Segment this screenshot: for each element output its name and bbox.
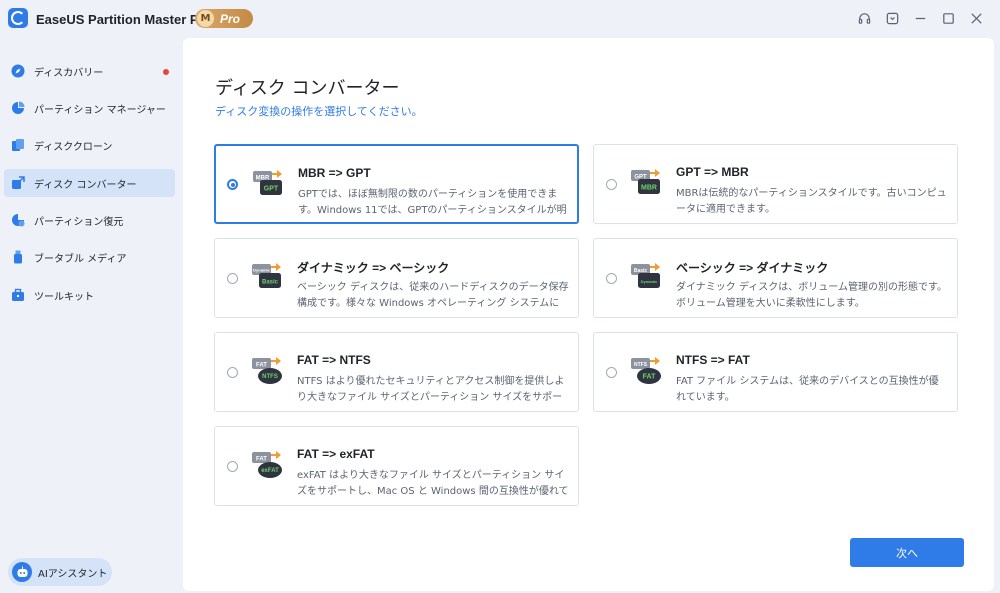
- maximize-icon[interactable]: [934, 10, 962, 26]
- radio-button[interactable]: [606, 367, 617, 378]
- pro-badge[interactable]: M Pro: [195, 9, 253, 28]
- option-description: exFAT はより大きなファイル サイズとパーティション サイズをサポートし、M…: [297, 470, 569, 497]
- pro-badge-letter: M: [197, 10, 214, 27]
- main-panel: ディスク コンバーター ディスク変換の操作を選択してください。 MBR GPT M…: [183, 38, 994, 591]
- option-card-dynamic-to-basic[interactable]: Dynamic Basic ダイナミック => ベーシック ベーシック ディスクは…: [214, 238, 579, 318]
- sidebar-item-label: パーティション復元: [34, 216, 124, 228]
- option-description: MBRは伝統的なパーティションスタイルです。古いコンピュータに適用できます。: [676, 188, 947, 215]
- radio-button[interactable]: [227, 367, 238, 378]
- icon-bottom-label: GPT: [264, 186, 279, 193]
- dropdown-menu-icon[interactable]: [878, 10, 906, 26]
- sidebar-item-toolkit[interactable]: ツールキット: [4, 281, 175, 309]
- option-title: FAT => exFAT: [297, 447, 375, 461]
- ai-assistant-label: AIアシスタント: [38, 568, 108, 580]
- icon-top-label: NTFS: [634, 362, 648, 368]
- disk-convert-icon: Basic Dynamic: [630, 261, 664, 295]
- toolkit-icon: [11, 288, 25, 302]
- robot-icon: [12, 562, 32, 582]
- title-bar: EaseUS Partition Master Pro版 M Pro: [0, 0, 1000, 36]
- icon-bottom-label: Dynamic: [641, 279, 658, 284]
- sidebar-item-label: パーティション マネージャー: [34, 104, 166, 116]
- disk-convert-icon: NTFS FAT: [630, 355, 664, 389]
- option-title: FAT => NTFS: [297, 353, 371, 367]
- option-description: NTFS はより優れたセキュリティとアクセス制御を提供しより大きなファイル サイ…: [297, 376, 565, 403]
- sidebar-item-label: ブータブル メディア: [34, 253, 127, 265]
- icon-bottom-label: NTFS: [262, 374, 278, 380]
- sidebar-item-label: ディスククローン: [34, 141, 113, 153]
- page-subtitle: ディスク変換の操作を選択してください。: [215, 105, 423, 118]
- pie-chart-icon: [11, 101, 25, 115]
- notification-dot: [163, 69, 169, 75]
- headset-icon[interactable]: [850, 10, 878, 26]
- option-card-basic-to-dynamic[interactable]: Basic Dynamic ベーシック => ダイナミック ダイナミック ディスク…: [593, 238, 958, 318]
- usb-icon: [11, 250, 25, 264]
- pro-badge-text: Pro: [220, 11, 241, 26]
- clone-icon: [11, 138, 25, 152]
- option-card-gpt-to-mbr[interactable]: GPT MBR GPT => MBR MBRは伝統的なパーティションスタイルです。…: [593, 144, 958, 224]
- option-description: GPTでは、ほぼ無制限の数のパーティションを使用できます。Windows 11で…: [298, 189, 567, 216]
- icon-top-label: FAT: [256, 457, 267, 463]
- disk-convert-icon: FAT exFAT: [251, 449, 285, 483]
- disk-convert-icon: MBR GPT: [252, 168, 286, 202]
- option-title: NTFS => FAT: [676, 353, 750, 367]
- radio-button[interactable]: [227, 179, 238, 190]
- app-logo-icon: [8, 8, 28, 28]
- next-button[interactable]: 次へ: [850, 538, 964, 567]
- compass-icon: [11, 64, 25, 78]
- option-description: FAT ファイル システムは、従来のデバイスとの互換性が優れています。: [676, 376, 939, 403]
- option-card-fat-to-exfat[interactable]: FAT exFAT FAT => exFAT exFAT はより大きなファイル サ…: [214, 426, 579, 506]
- window-controls: [850, 10, 990, 26]
- option-card-ntfs-to-fat[interactable]: NTFS FAT NTFS => FAT FAT ファイル システムは、従来のデバ…: [593, 332, 958, 412]
- sidebar: ディスカバリー パーティション マネージャー ディスククローン ディスク コンバ…: [0, 36, 183, 593]
- sidebar-item-label: ディスク コンバーター: [34, 179, 137, 191]
- icon-bottom-label: Basic: [262, 280, 279, 286]
- option-title: MBR => GPT: [298, 166, 371, 180]
- radio-button[interactable]: [606, 179, 617, 190]
- sidebar-item-partition-manager[interactable]: パーティション マネージャー: [4, 94, 175, 122]
- sidebar-item-disk-clone[interactable]: ディスククローン: [4, 131, 175, 159]
- option-title: ダイナミック => ベーシック: [297, 261, 450, 275]
- option-card-fat-to-ntfs[interactable]: FAT NTFS FAT => NTFS NTFS はより優れたセキュリティとアク…: [214, 332, 579, 412]
- disk-convert-icon: Dynamic Basic: [251, 261, 285, 295]
- icon-top-label: FAT: [256, 363, 267, 369]
- sidebar-item-disk-converter[interactable]: ディスク コンバーター: [4, 169, 175, 197]
- icon-bottom-label: exFAT: [261, 468, 279, 474]
- sidebar-item-partition-recovery[interactable]: パーティション復元: [4, 206, 175, 234]
- radio-button[interactable]: [227, 273, 238, 284]
- disk-convert-icon: FAT NTFS: [251, 355, 285, 389]
- radio-button[interactable]: [227, 461, 238, 472]
- minimize-icon[interactable]: [906, 10, 934, 26]
- option-description: ダイナミック ディスクは、ボリューム管理の別の形態です。ボリューム管理を大いに柔…: [676, 282, 947, 309]
- sidebar-item-bootable-media[interactable]: ブータブル メディア: [4, 243, 175, 271]
- icon-bottom-label: MBR: [641, 185, 657, 192]
- option-description: ベーシック ディスクは、従来のハードディスクのデータ保存構成です。様々な Win…: [297, 282, 569, 309]
- option-title: GPT => MBR: [676, 165, 749, 179]
- convert-icon: [11, 176, 25, 190]
- recovery-icon: [11, 213, 25, 227]
- close-icon[interactable]: [962, 10, 990, 26]
- sidebar-item-discovery[interactable]: ディスカバリー: [4, 57, 175, 85]
- option-card-mbr-to-gpt[interactable]: MBR GPT MBR => GPT GPTでは、ほぼ無制限の数のパーティションを…: [214, 144, 579, 224]
- page-title: ディスク コンバーター: [215, 78, 400, 99]
- radio-button[interactable]: [606, 273, 617, 284]
- ai-assistant-button[interactable]: AIアシスタント: [8, 558, 112, 586]
- icon-bottom-label: FAT: [643, 374, 656, 381]
- icon-top-label: Dynamic: [253, 268, 270, 273]
- sidebar-item-label: ディスカバリー: [34, 67, 104, 79]
- sidebar-item-label: ツールキット: [34, 291, 94, 303]
- option-title: ベーシック => ダイナミック: [676, 261, 829, 275]
- disk-convert-icon: GPT MBR: [630, 167, 664, 201]
